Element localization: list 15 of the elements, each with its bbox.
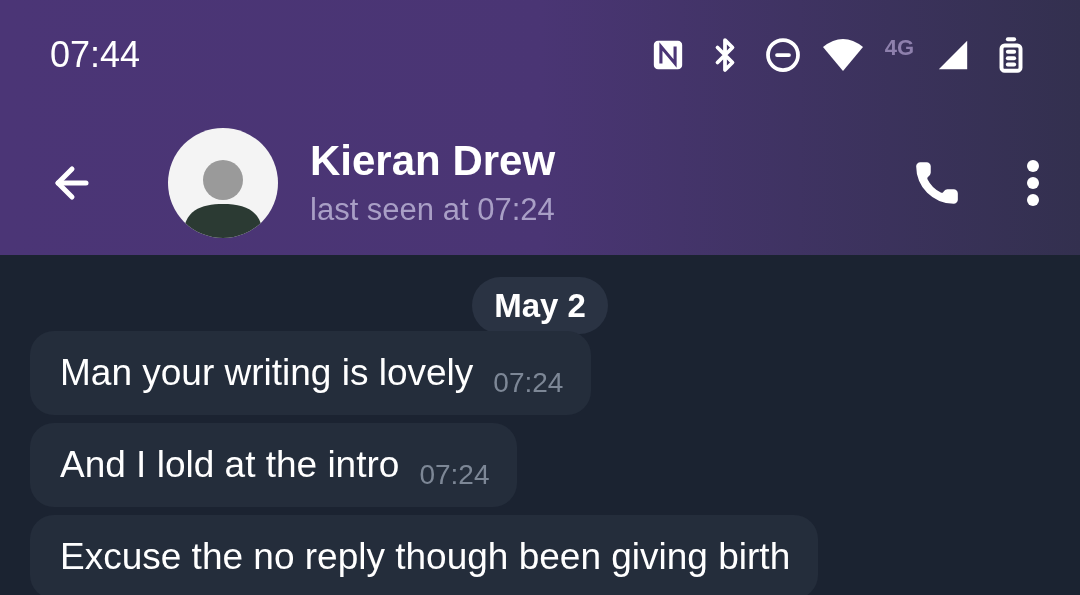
message-time: 07:24 xyxy=(493,366,564,401)
more-vertical-icon xyxy=(1026,159,1040,206)
wifi-icon xyxy=(822,39,863,71)
network-type: 4G xyxy=(884,33,914,62)
signal-icon xyxy=(936,38,970,72)
message-text: And I lold at the intro xyxy=(60,443,400,488)
contact-name: Kieran Drew xyxy=(310,135,556,186)
message-text: Man your writing is lovely xyxy=(60,351,474,396)
clock-time: 07:44 xyxy=(50,33,141,77)
date-label: May 2 xyxy=(472,277,608,335)
message-time: 07:24 xyxy=(419,458,490,493)
message-text: Excuse the no reply though been giving birth xyxy=(60,535,791,580)
more-options-button[interactable] xyxy=(1026,159,1040,206)
last-seen-status: last seen at 07:24 xyxy=(310,191,556,230)
do-not-disturb-icon xyxy=(764,37,801,73)
